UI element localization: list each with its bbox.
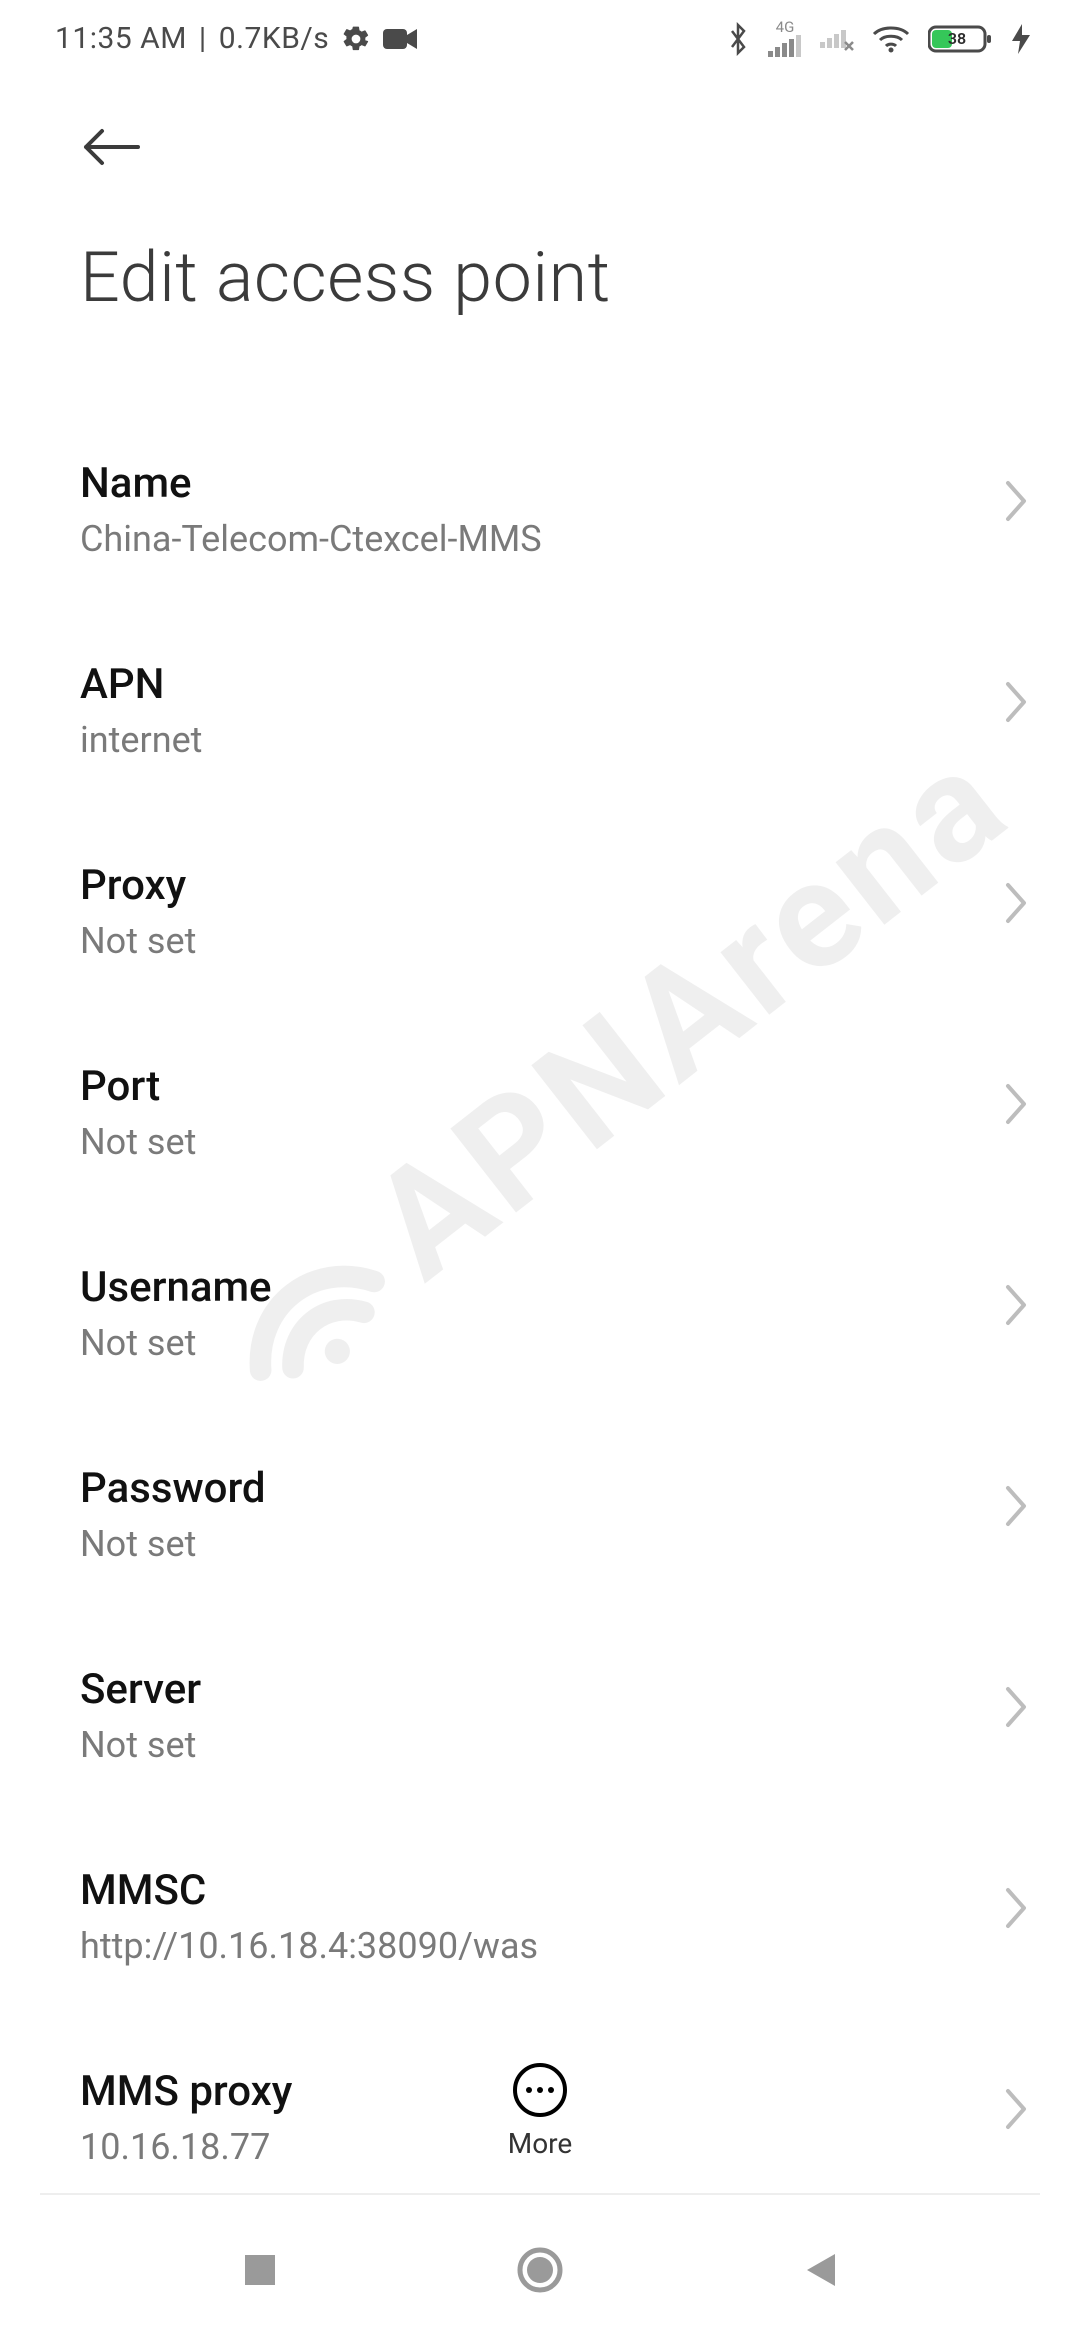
back-arrow-icon	[80, 127, 142, 167]
row-value: Not set	[80, 1523, 950, 1565]
nav-home-button[interactable]	[500, 2230, 580, 2310]
circle-icon	[516, 2246, 564, 2294]
row-value: Not set	[80, 1121, 950, 1163]
chevron-right-icon	[1002, 1484, 1030, 1528]
row-title: MMSC	[80, 1866, 950, 1915]
divider	[40, 2193, 1040, 2195]
row-value: Not set	[80, 1322, 950, 1364]
camera-icon	[383, 27, 417, 51]
back-button[interactable]	[0, 67, 1080, 167]
chevron-right-icon	[1002, 479, 1030, 523]
row-value: http://10.16.18.4:38090/was	[80, 1925, 950, 1967]
status-time: 11:35 AM	[55, 21, 187, 56]
row-apn[interactable]: APN internet	[80, 640, 1030, 841]
row-password[interactable]: Password Not set	[80, 1444, 1030, 1645]
status-bar: 11:35 AM | 0.7KB/s 4G 38	[0, 0, 1080, 67]
row-title: Password	[80, 1464, 950, 1513]
status-right: 4G 38	[726, 20, 1030, 57]
wifi-icon	[872, 24, 910, 54]
status-data-rate: 0.7KB/s	[219, 21, 330, 56]
row-title: Proxy	[80, 861, 950, 910]
row-value: Not set	[80, 1724, 950, 1766]
row-value: China-Telecom-Ctexcel-MMS	[80, 518, 950, 560]
row-title: Port	[80, 1062, 950, 1111]
status-left: 11:35 AM | 0.7KB/s	[55, 21, 417, 56]
network-type-label: 4G	[776, 20, 795, 35]
more-label: More	[508, 2127, 573, 2160]
nav-recents-button[interactable]	[220, 2230, 300, 2310]
row-title: APN	[80, 660, 950, 709]
nav-back-button[interactable]	[780, 2230, 860, 2310]
battery-icon: 38	[928, 23, 994, 55]
row-title: Username	[80, 1263, 950, 1312]
chevron-right-icon	[1002, 1283, 1030, 1327]
chevron-right-icon	[1002, 680, 1030, 724]
row-proxy[interactable]: Proxy Not set	[80, 841, 1030, 1042]
more-icon	[513, 2063, 567, 2117]
navigation-bar	[0, 2200, 1080, 2340]
triangle-back-icon	[801, 2250, 839, 2290]
chevron-right-icon	[1002, 1886, 1030, 1930]
row-username[interactable]: Username Not set	[80, 1243, 1030, 1444]
chevron-right-icon	[1002, 1082, 1030, 1126]
row-mmsc[interactable]: MMSC http://10.16.18.4:38090/was	[80, 1846, 1030, 2047]
battery-pct-label: 38	[948, 29, 966, 48]
bluetooth-icon	[726, 22, 750, 56]
signal-nosim-icon	[820, 26, 854, 52]
page-title: Edit access point	[0, 167, 1080, 319]
charging-icon	[1012, 24, 1030, 54]
signal-4g-icon: 4G	[768, 20, 802, 57]
settings-list: Name China-Telecom-Ctexcel-MMS APN inter…	[0, 319, 1080, 2188]
gear-icon	[341, 24, 371, 54]
row-value: Not set	[80, 920, 950, 962]
square-icon	[241, 2251, 279, 2289]
status-sep: |	[199, 21, 207, 56]
row-title: Name	[80, 459, 950, 508]
more-button[interactable]: More	[0, 2063, 1080, 2160]
row-name[interactable]: Name China-Telecom-Ctexcel-MMS	[80, 439, 1030, 640]
row-value: internet	[80, 719, 950, 761]
row-server[interactable]: Server Not set	[80, 1645, 1030, 1846]
chevron-right-icon	[1002, 881, 1030, 925]
chevron-right-icon	[1002, 1685, 1030, 1729]
row-port[interactable]: Port Not set	[80, 1042, 1030, 1243]
row-title: Server	[80, 1665, 950, 1714]
